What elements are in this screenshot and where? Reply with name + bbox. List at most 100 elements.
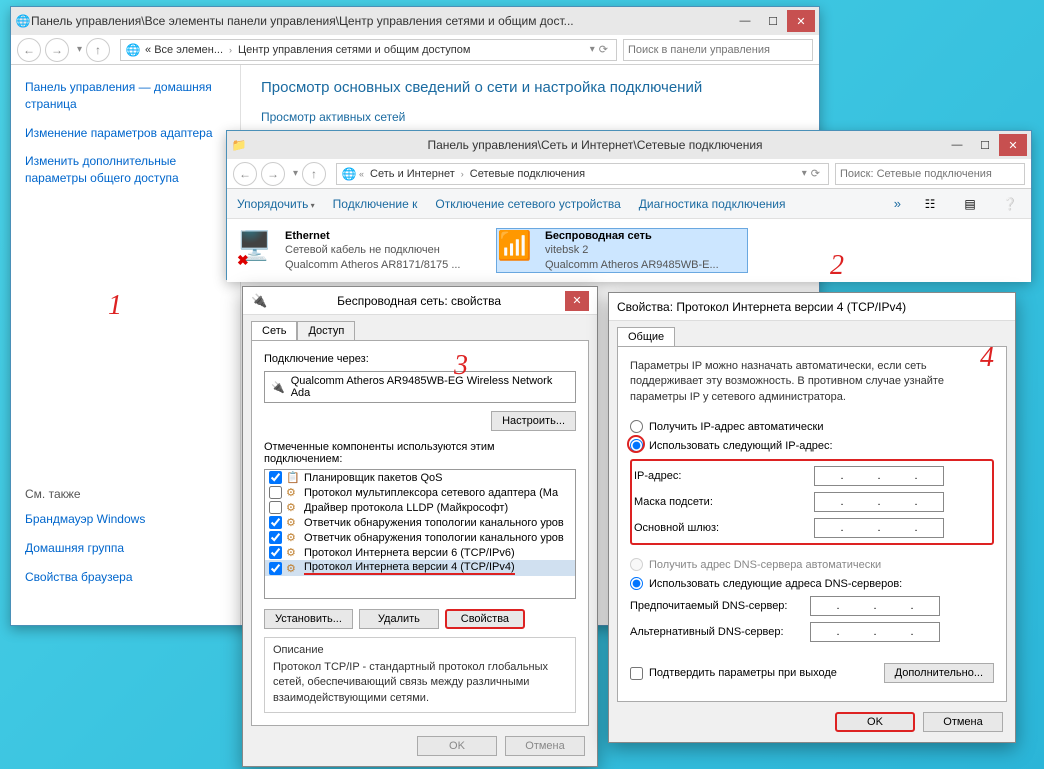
gateway-label: Основной шлюз:	[634, 522, 814, 534]
minimize-button[interactable]: —	[943, 134, 971, 156]
component-checkbox[interactable]	[269, 471, 282, 484]
network-icon: 🌐	[125, 42, 141, 58]
dns-manual-radio[interactable]	[630, 577, 643, 590]
close-button[interactable]: ✕	[787, 10, 815, 32]
component-checkbox[interactable]	[269, 516, 282, 529]
breadcrumb[interactable]: Центр управления сетями и общим доступом	[234, 44, 474, 56]
close-button[interactable]: ✕	[999, 134, 1027, 156]
component-row[interactable]: ⚙Протокол Интернета версии 6 (TCP/IPv6)	[265, 545, 575, 560]
maximize-button[interactable]: ☐	[759, 10, 787, 32]
up-button[interactable]: ↑	[302, 162, 326, 186]
component-checkbox[interactable]	[269, 531, 282, 544]
breadcrumb[interactable]: Сеть и Интернет	[366, 168, 459, 180]
network-icon: 🌐	[15, 13, 31, 29]
close-button[interactable]: ✕	[565, 291, 589, 311]
component-row[interactable]: ⚙Протокол мультиплексора сетевого адапте…	[265, 485, 575, 500]
component-row[interactable]: ⚙Протокол Интернета версии 4 (TCP/IPv4)	[265, 560, 575, 576]
organize-menu[interactable]: Упорядочить	[237, 197, 315, 211]
ip-manual-label: Использовать следующий IP-адрес:	[649, 440, 833, 452]
address-bar[interactable]: 🌐 « Сеть и Интернет › Сетевые подключени…	[336, 163, 829, 185]
recent-dropdown-icon[interactable]: ▾	[73, 44, 86, 55]
component-checkbox[interactable]	[269, 501, 282, 514]
configure-button[interactable]: Настроить...	[491, 411, 576, 431]
sidebar-firewall-link[interactable]: Брандмауэр Windows	[25, 511, 226, 528]
component-checkbox[interactable]	[269, 546, 282, 559]
back-button[interactable]: ←	[17, 38, 41, 62]
connect-via-label: Подключение через:	[264, 353, 576, 365]
search-input[interactable]	[835, 163, 1025, 185]
dns1-field[interactable]: ...	[810, 596, 940, 616]
component-label: Ответчик обнаружения топологии канальног…	[304, 532, 564, 544]
address-bar[interactable]: 🌐 « Все элемен... › Центр управления сет…	[120, 39, 617, 61]
dns-manual-radio-row[interactable]: Использовать следующие адреса DNS-сервер…	[630, 574, 994, 593]
adapter-name: Беспроводная сеть	[545, 229, 719, 243]
adapter-status: vitebsk 2	[545, 243, 719, 257]
ip-auto-radio[interactable]	[630, 420, 643, 433]
component-row[interactable]: 📋Планировщик пакетов QoS	[265, 470, 575, 485]
forward-button[interactable]: →	[261, 162, 285, 186]
more-icon[interactable]: »	[894, 196, 901, 211]
tab-general[interactable]: Общие	[617, 327, 675, 346]
folder-icon: 📁	[231, 137, 247, 153]
wireless-properties-dialog: 🔌 Беспроводная сеть: свойства ✕ Сеть Дос…	[242, 286, 598, 767]
component-checkbox[interactable]	[269, 562, 282, 575]
sidebar-home-link[interactable]: Панель управления — домашняя страница	[25, 79, 226, 113]
breadcrumb[interactable]: Сетевые подключения	[466, 168, 589, 180]
ip-address-field[interactable]: ...	[814, 466, 944, 486]
view-icon[interactable]: ☷	[919, 193, 941, 215]
sidebar-adapter-link[interactable]: Изменение параметров адаптера	[25, 125, 226, 142]
up-button[interactable]: ↑	[86, 38, 110, 62]
connect-button[interactable]: Подключение к	[333, 197, 418, 211]
adapter-hardware: Qualcomm Atheros AR8171/8175 ...	[285, 258, 461, 272]
component-label: Ответчик обнаружения топологии канальног…	[304, 517, 564, 529]
validate-checkbox[interactable]	[630, 667, 643, 680]
properties-button[interactable]: Свойства	[445, 609, 525, 629]
maximize-button[interactable]: ☐	[971, 134, 999, 156]
remove-button[interactable]: Удалить	[359, 609, 439, 629]
component-icon: ⚙	[286, 531, 300, 544]
adapter-wifi[interactable]: 📶 Беспроводная сеть vitebsk 2 Qualcomm A…	[497, 229, 747, 272]
component-row[interactable]: ⚙ Ответчик обнаружения топологии канально…	[265, 530, 575, 545]
advanced-button[interactable]: Дополнительно...	[884, 663, 994, 683]
titlebar: 📁 Панель управления\Сеть и Интернет\Сете…	[227, 131, 1031, 159]
sidebar-browser-link[interactable]: Свойства браузера	[25, 569, 226, 586]
dialog-title: Беспроводная сеть: свойства	[273, 294, 565, 308]
recent-dropdown-icon[interactable]: ▾	[289, 168, 302, 179]
disable-button[interactable]: Отключение сетевого устройства	[435, 197, 620, 211]
sidebar-homegroup-link[interactable]: Домашняя группа	[25, 540, 226, 557]
back-button[interactable]: ←	[233, 162, 257, 186]
chevron-right-icon: ›	[459, 169, 466, 179]
component-row[interactable]: ⚙Ответчик обнаружения топологии канально…	[265, 515, 575, 530]
search-input[interactable]	[623, 39, 813, 61]
ok-button[interactable]: OK	[835, 712, 915, 732]
diagnose-button[interactable]: Диагностика подключения	[639, 197, 786, 211]
component-icon: ⚙	[286, 501, 300, 514]
refresh-icon[interactable]: ⟳	[595, 43, 612, 56]
forward-button[interactable]: →	[45, 38, 69, 62]
dns2-field[interactable]: ...	[810, 622, 940, 642]
refresh-icon[interactable]: ⟳	[807, 167, 824, 180]
subnet-field[interactable]: ...	[814, 492, 944, 512]
component-row[interactable]: ⚙Драйвер протокола LLDP (Майкрософт)	[265, 500, 575, 515]
preview-icon[interactable]: ▤	[959, 193, 981, 215]
sidebar-sharing-link[interactable]: Изменить дополнительные параметры общего…	[25, 153, 226, 187]
tab-sharing[interactable]: Доступ	[297, 321, 355, 340]
ip-manual-radio-row[interactable]: Использовать следующий IP-адрес:	[630, 436, 994, 455]
dns-auto-radio-row[interactable]: Получить адрес DNS-сервера автоматически	[630, 555, 994, 574]
cancel-button[interactable]: Отмена	[505, 736, 585, 756]
annotation-4: 4	[980, 342, 994, 374]
adapter-ethernet[interactable]: 🖥️✖ Ethernet Сетевой кабель не подключен…	[237, 229, 487, 272]
cancel-button[interactable]: Отмена	[923, 712, 1003, 732]
component-checkbox[interactable]	[269, 486, 282, 499]
help-icon[interactable]: ❔	[999, 193, 1021, 215]
component-icon: 📋	[286, 471, 300, 484]
ok-button[interactable]: OK	[417, 736, 497, 756]
minimize-button[interactable]: —	[731, 10, 759, 32]
breadcrumb[interactable]: « Все элемен...	[141, 44, 227, 56]
component-list[interactable]: 📋Планировщик пакетов QoS ⚙Протокол мульт…	[264, 469, 576, 599]
install-button[interactable]: Установить...	[264, 609, 353, 629]
ip-auto-radio-row[interactable]: Получить IP-адрес автоматически	[630, 417, 994, 436]
gateway-field[interactable]: ...	[814, 518, 944, 538]
tab-network[interactable]: Сеть	[251, 321, 297, 340]
window-title: Панель управления\Все элементы панели уп…	[31, 14, 731, 28]
